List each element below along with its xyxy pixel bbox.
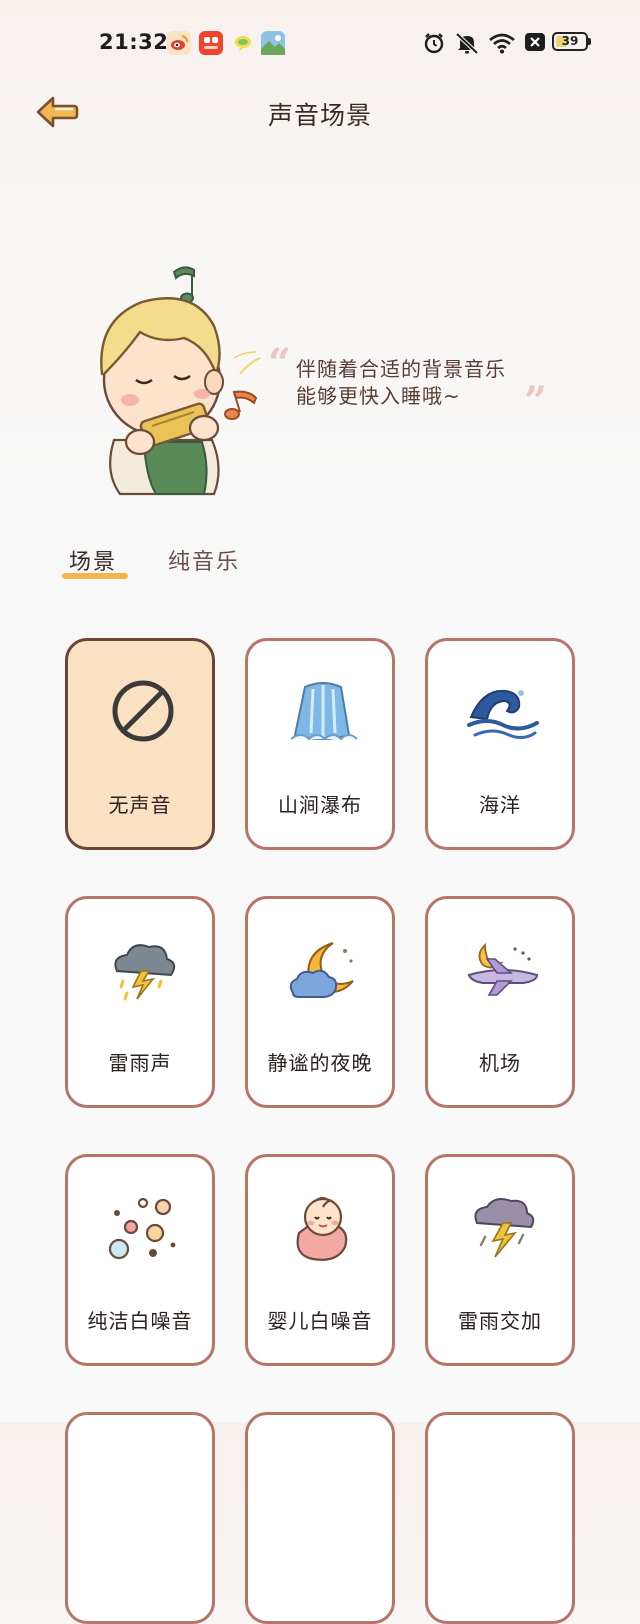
lightning-cloud-icon <box>474 1198 535 1258</box>
open-quote-mark: “ <box>268 340 292 387</box>
weibo-icon <box>167 31 191 55</box>
airplane-icon <box>467 942 539 996</box>
bubbles-icon <box>108 1197 176 1260</box>
scene-label: 机场 <box>479 1051 521 1075</box>
boy-harmonica-illustration <box>44 262 274 502</box>
hero-line-1: 伴随着合适的背景音乐 <box>296 357 506 381</box>
scene-card-partial[interactable] <box>65 1412 215 1624</box>
alarm-icon <box>422 31 446 59</box>
thunderstorm-icon <box>114 944 176 1001</box>
scene-label: 无声音 <box>108 793 172 817</box>
scene-label: 婴儿白噪音 <box>267 1309 373 1333</box>
scene-card-baby-white-noise[interactable]: 婴儿白噪音 <box>245 1154 395 1366</box>
scene-card-thunder-rain[interactable]: 雷雨声 <box>65 896 215 1108</box>
kuaishou-icon <box>199 31 223 55</box>
mute-bell-icon <box>454 31 480 59</box>
ocean-wave-icon <box>467 689 539 740</box>
waterfall-icon <box>290 682 358 741</box>
bubble-app-icon <box>231 31 255 55</box>
baby-icon <box>296 1196 348 1261</box>
moon-cloud-icon <box>289 942 354 998</box>
scene-label: 静谧的夜晚 <box>267 1051 373 1075</box>
scene-card-waterfall[interactable]: 山涧瀑布 <box>245 638 395 850</box>
scene-card-no-sound[interactable]: 无声音 <box>65 638 215 850</box>
status-bar: 21:32 39 <box>0 0 640 84</box>
battery-level: 39 <box>561 34 579 48</box>
battery-indicator: 39 <box>552 32 591 51</box>
scene-label: 雷雨声 <box>108 1051 172 1075</box>
scene-card-partial[interactable] <box>245 1412 395 1624</box>
scene-label: 纯洁白噪音 <box>87 1309 193 1333</box>
scene-card-quiet-night[interactable]: 静谧的夜晚 <box>245 896 395 1108</box>
close-quote-mark: ” <box>524 378 548 425</box>
no-sound-icon <box>112 680 174 742</box>
photo-app-icon <box>261 31 285 55</box>
scene-card-partial[interactable] <box>425 1412 575 1624</box>
wifi-icon <box>488 31 516 59</box>
scene-label: 山涧瀑布 <box>278 793 362 817</box>
hero-line-2: 能够更快入睡哦~ <box>296 384 461 408</box>
close-box-icon <box>524 31 546 57</box>
tab-active-indicator <box>62 573 128 579</box>
hero-tagline: 伴随着合适的背景音乐 能够更快入睡哦~ <box>296 356 506 410</box>
scene-card-ocean[interactable]: 海洋 <box>425 638 575 850</box>
scene-card-pure-white-noise[interactable]: 纯洁白噪音 <box>65 1154 215 1366</box>
page-title: 声音场景 <box>267 101 372 130</box>
scene-label: 雷雨交加 <box>458 1309 542 1333</box>
status-time: 21:32 <box>99 30 169 54</box>
tab-pure-music[interactable]: 纯音乐 <box>168 544 240 576</box>
scene-card-airport[interactable]: 机场 <box>425 896 575 1108</box>
scene-label: 海洋 <box>479 793 521 817</box>
tab-scenes[interactable]: 场景 <box>69 544 117 576</box>
scene-card-thunderstorm[interactable]: 雷雨交加 <box>425 1154 575 1366</box>
